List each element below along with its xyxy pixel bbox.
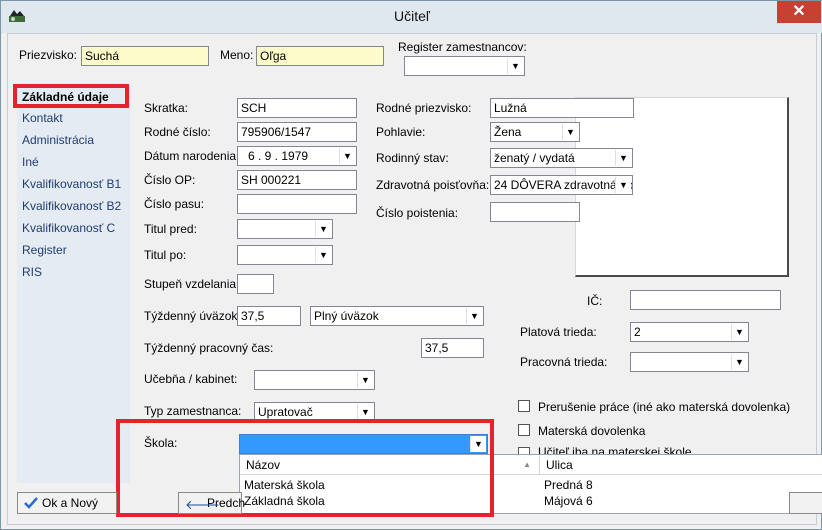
titul-po-label: Titul po: — [144, 248, 187, 262]
window-title: Učiteľ — [394, 8, 430, 24]
sort-up-icon: ▲ — [523, 460, 531, 469]
pohlavie-label: Pohlavie: — [376, 125, 426, 139]
sidebar-item-administracia[interactable]: Administrácia — [22, 133, 94, 147]
predch-button[interactable]: 🡐 Predch — [178, 492, 245, 514]
column-header-ulica[interactable]: Ulica — [540, 455, 822, 475]
skratka-label: Skratka: — [144, 101, 189, 115]
rodinny-stav-value: ženatý / vydatá — [494, 151, 575, 165]
chevron-down-icon: ▼ — [357, 404, 373, 420]
prerusenie-label: Prerušenie práce (iné ako materská dovol… — [538, 400, 791, 414]
datum-label: Dátum narodenia: — [144, 149, 240, 163]
pohlavie-value: Žena — [494, 125, 522, 139]
chevron-down-icon: ▼ — [339, 148, 355, 164]
rodne-priezvisko-input[interactable]: Lužná — [490, 98, 634, 118]
meno-label: Meno: — [220, 48, 254, 62]
cislo-poistenia-label: Číslo poistenia: — [376, 206, 459, 220]
pracovna-trieda-select[interactable]: ▼ — [630, 352, 749, 372]
cislo-op-input[interactable]: SH 000221 — [237, 170, 357, 190]
sidebar-item-register[interactable]: Register — [22, 243, 67, 257]
cislo-op-label: Číslo OP: — [144, 173, 196, 187]
chevron-down-icon: ▼ — [315, 247, 331, 263]
sidebar-item-kvalifikovanost-b1[interactable]: Kvalifikovanosť B1 — [22, 177, 121, 191]
cislo-pasu-input[interactable] — [237, 194, 357, 214]
poistovna-select[interactable]: 24 DÔVERA zdravotná po ▼ — [490, 175, 633, 195]
sidebar-item-kvalifikovanost-c[interactable]: Kvalifikovanosť C — [22, 221, 115, 235]
typ-value: Upratovač — [258, 405, 313, 419]
sidebar-item-kvalifikovanost-b2[interactable]: Kvalifikovanosť B2 — [22, 199, 121, 213]
tyzdenny-cas-label: Týždenný pracovný čas: — [144, 341, 274, 355]
close-button[interactable]: ✕ — [777, 1, 821, 23]
sidebar-item-kontakt[interactable]: Kontakt — [22, 111, 63, 125]
partial-button[interactable] — [789, 492, 822, 514]
sidebar-item-ine[interactable]: Iné — [22, 155, 39, 169]
titul-po-select[interactable]: ▼ — [237, 245, 333, 265]
materska-checkbox[interactable] — [518, 424, 530, 436]
datum-value: 6 . 9 . 1979 — [248, 149, 309, 163]
ucebna-label: Učebňa / kabinet: — [144, 372, 238, 386]
platova-trieda-value: 2 — [634, 325, 641, 339]
register-select[interactable]: ▼ — [404, 56, 525, 76]
ic-label: IČ: — [587, 294, 603, 308]
highlight-box-skola — [116, 419, 494, 517]
poistovna-value: 24 DÔVERA zdravotná po — [494, 178, 633, 192]
chevron-down-icon: ▼ — [731, 324, 747, 340]
uvazok-type-select[interactable]: Plný úväzok ▼ — [310, 306, 484, 326]
platova-trieda-select[interactable]: 2 ▼ — [630, 322, 749, 342]
ok-novy-label: Ok a Nový — [42, 496, 99, 510]
tyzdenny-uvazok-label: Týždenný úväzok: — [144, 309, 241, 323]
materska-label: Materská dovolenka — [538, 424, 646, 438]
tyzdenny-uvazok-input[interactable]: 37,5 — [237, 306, 301, 326]
chevron-down-icon: ▼ — [507, 58, 523, 74]
uvazok-type-value: Plný úväzok — [314, 309, 379, 323]
datum-picker[interactable]: 6 . 9 . 1979 ▼ — [237, 146, 357, 166]
sidebar-item-ris[interactable]: RIS — [22, 265, 42, 279]
title-bar: Učiteľ ✕ — [1, 1, 822, 33]
ic-input[interactable] — [630, 290, 781, 310]
ucitel-materska-label: Učiteľ iba na materskej škole — [538, 445, 692, 454]
chevron-down-icon: ▼ — [731, 354, 747, 370]
poistovna-label: Zdravotná poisťovňa: — [376, 178, 490, 192]
priezvisko-input[interactable]: Suchá — [81, 46, 209, 66]
rodne-cislo-input[interactable]: 795906/1547 — [237, 122, 357, 142]
rodne-cislo-label: Rodné číslo: — [144, 125, 211, 139]
ucebna-select[interactable]: ▼ — [254, 370, 375, 390]
platova-trieda-label: Platová trieda: — [520, 325, 597, 339]
titul-pred-label: Titul pred: — [144, 222, 197, 236]
chevron-down-icon: ▼ — [562, 124, 578, 140]
pracovna-trieda-label: Pracovná trieda: — [520, 355, 608, 369]
ok-icon — [23, 495, 39, 517]
chevron-down-icon: ▼ — [466, 308, 482, 324]
skratka-input[interactable]: SCH — [237, 98, 357, 118]
titul-pred-select[interactable]: ▼ — [237, 219, 333, 239]
list-item-ulica[interactable]: Májová 6 — [540, 493, 822, 510]
rodne-priezvisko-label: Rodné priezvisko: — [376, 101, 472, 115]
cislo-poistenia-input[interactable] — [490, 202, 580, 222]
stupen-label: Stupeň vzdelania: — [144, 277, 240, 291]
chevron-down-icon: ▼ — [615, 150, 631, 166]
chevron-down-icon: ▼ — [357, 372, 373, 388]
cislo-pasu-label: Číslo pasu: — [144, 197, 205, 211]
chevron-down-icon: ▼ — [315, 221, 331, 237]
list-item-ulica[interactable]: Predná 8 — [540, 477, 822, 494]
tyzdenny-cas-input[interactable]: 37,5 — [421, 338, 484, 358]
typ-label: Typ zamestnanca: — [144, 404, 242, 418]
priezvisko-label: Priezvisko: — [19, 48, 78, 62]
stupen-input[interactable] — [237, 274, 274, 294]
register-label: Register zamestnancov: — [398, 40, 527, 54]
prerusenie-checkbox[interactable] — [518, 400, 530, 412]
rodinny-stav-label: Rodinný stav: — [376, 151, 449, 165]
rodinny-stav-select[interactable]: ženatý / vydatá ▼ — [490, 148, 633, 168]
highlight-box-sidebar — [13, 84, 129, 108]
arrow-left-icon: 🡐 — [185, 497, 220, 512]
chevron-down-icon: ▼ — [615, 177, 631, 193]
pohlavie-select[interactable]: Žena ▼ — [490, 122, 580, 142]
ok-novy-button[interactable]: Ok a Nový — [17, 492, 117, 514]
meno-input[interactable]: Oľga — [256, 46, 384, 66]
teacher-window: Učiteľ ✕ Priezvisko: Suchá Meno: Oľga Re… — [0, 0, 822, 530]
